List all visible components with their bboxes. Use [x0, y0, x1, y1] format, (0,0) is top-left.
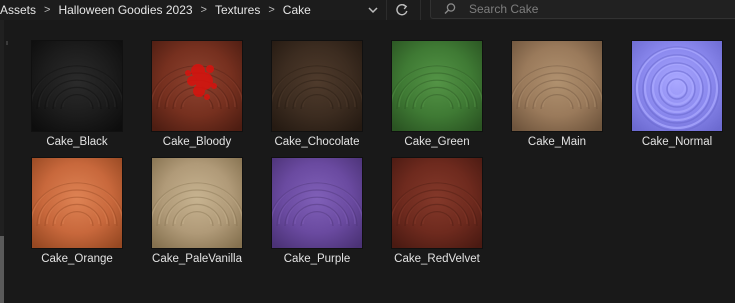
texture-thumbnail: [32, 158, 122, 248]
breadcrumb: Assets > Halloween Goodies 2023 > Textur…: [0, 0, 311, 20]
toolbar-divider: [420, 0, 421, 20]
texture-label: Cake_PaleVanilla: [152, 253, 242, 265]
texture-label: Cake_Normal: [641, 136, 713, 148]
breadcrumb-separator: >: [268, 4, 275, 16]
chevron-down-icon[interactable]: [365, 2, 381, 18]
search-box: [430, 0, 735, 19]
texture-tile-cake-normal[interactable]: Cake_Normal: [617, 41, 735, 159]
texture-thumbnail: [32, 41, 122, 131]
texture-tile-cake-orange[interactable]: Cake_Orange: [17, 158, 137, 276]
texture-tile-cake-chocolate[interactable]: Cake_Chocolate: [257, 41, 377, 159]
toolbar: Assets > Halloween Goodies 2023 > Textur…: [0, 0, 735, 20]
texture-label: Cake_Bloody: [162, 136, 232, 148]
texture-tile-cake-redvelvet[interactable]: Cake_RedVelvet: [377, 158, 497, 276]
breadcrumb-separator: >: [200, 4, 207, 16]
texture-label: Cake_Purple: [283, 253, 351, 265]
breadcrumb-item-textures[interactable]: Textures: [215, 3, 260, 17]
breadcrumb-item-assets[interactable]: Assets: [0, 3, 36, 17]
texture-thumbnail: [152, 158, 242, 248]
scrollbar-thumb[interactable]: [0, 236, 4, 303]
texture-label: Cake_Chocolate: [274, 136, 360, 148]
breadcrumb-item-halloween-goodies[interactable]: Halloween Goodies 2023: [58, 3, 192, 17]
texture-thumbnail: [392, 158, 482, 248]
texture-thumbnail: [392, 41, 482, 131]
texture-tile-cake-bloody[interactable]: Cake_Bloody: [137, 41, 257, 159]
toolbar-divider: [386, 0, 387, 20]
texture-thumbnail: [272, 158, 362, 248]
texture-thumbnail: [632, 41, 722, 131]
panel-edge-marker: [6, 41, 8, 45]
refresh-icon[interactable]: [393, 1, 411, 19]
texture-label: Cake_Black: [46, 136, 108, 148]
texture-tile-cake-green[interactable]: Cake_Green: [377, 41, 497, 159]
texture-label: Cake_RedVelvet: [394, 253, 480, 265]
texture-label: Cake_Orange: [41, 253, 113, 265]
texture-thumbnail: [272, 41, 362, 131]
texture-thumbnail: [512, 41, 602, 131]
search-input[interactable]: [469, 0, 724, 18]
search-icon: [444, 3, 456, 14]
texture-label: Cake_Green: [404, 136, 470, 148]
texture-tile-cake-palevanilla[interactable]: Cake_PaleVanilla: [137, 158, 257, 276]
texture-tile-cake-main[interactable]: Cake_Main: [497, 41, 617, 159]
texture-label: Cake_Main: [527, 136, 587, 148]
texture-tile-cake-purple[interactable]: Cake_Purple: [257, 158, 377, 276]
texture-thumbnail: [152, 41, 242, 131]
breadcrumb-separator: >: [44, 4, 51, 16]
breadcrumb-item-cake[interactable]: Cake: [283, 3, 311, 17]
texture-tile-cake-black[interactable]: Cake_Black: [17, 41, 137, 159]
